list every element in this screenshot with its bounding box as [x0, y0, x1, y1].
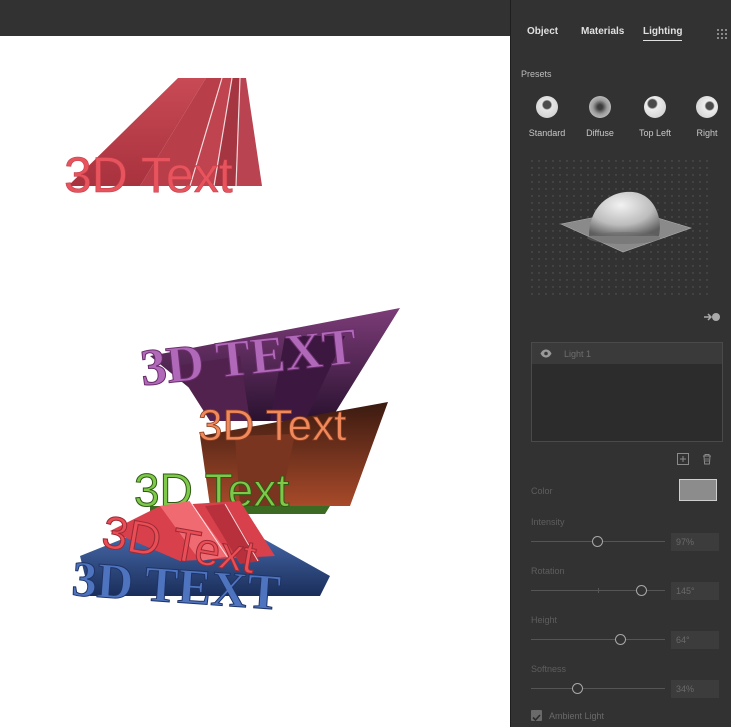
light-right-icon [696, 96, 718, 118]
artboard-canvas[interactable]: 3D Text 3D TEXT 3D Text 3D Text 3D TEXT … [0, 36, 510, 727]
rotation-field[interactable]: 145° [671, 582, 719, 600]
preset-diffuse[interactable]: Diffuse [580, 96, 620, 144]
text-object-3[interactable]: 3D Text [198, 401, 347, 451]
preset-label: Right [696, 128, 718, 138]
light-standard-icon [536, 96, 558, 118]
height-slider[interactable] [531, 634, 665, 646]
properties-panel: Object Materials Lighting Presets Standa… [510, 0, 731, 727]
artwork-svg: 3D Text 3D TEXT 3D Text 3D Text 3D TEXT … [64, 77, 400, 621]
ambient-light-checkbox[interactable] [531, 710, 542, 722]
light-list: Light 1 [531, 342, 723, 442]
rotation-label: Rotation [531, 566, 565, 576]
color-label: Color [531, 486, 553, 496]
rotation-slider[interactable] [531, 585, 665, 597]
slider-thumb[interactable] [592, 536, 603, 547]
tab-object[interactable]: Object [527, 26, 558, 37]
text-object-1[interactable]: 3D Text [64, 147, 233, 204]
preset-top-left[interactable]: Top Left [635, 96, 675, 144]
intensity-label: Intensity [531, 517, 565, 527]
preset-standard[interactable]: Standard [527, 96, 567, 144]
add-light-icon[interactable] [677, 453, 689, 465]
height-field[interactable]: 64° [671, 631, 719, 649]
ambient-light-label: Ambient Light [549, 711, 605, 721]
preset-label: Diffuse [586, 128, 614, 138]
slider-center-tick [598, 588, 599, 593]
light-row[interactable]: Light 1 [532, 343, 722, 364]
preset-label: Top Left [638, 128, 672, 138]
tab-lighting[interactable]: Lighting [643, 26, 683, 41]
height-label: Height [531, 615, 558, 625]
lighting-preview[interactable] [531, 160, 711, 300]
eye-icon[interactable] [540, 349, 552, 358]
preset-label: Standard [528, 128, 566, 138]
softness-label: Softness [531, 664, 567, 674]
checkmark-icon [532, 714, 541, 722]
slider-thumb[interactable] [572, 683, 584, 694]
softness-slider[interactable] [531, 683, 665, 695]
light-color-swatch[interactable] [679, 479, 717, 501]
slider-track [531, 639, 665, 640]
slider-track [531, 688, 665, 689]
panel-menu-icon[interactable] [716, 28, 728, 40]
tab-materials[interactable]: Materials [581, 26, 624, 37]
preset-right[interactable]: Right [687, 96, 727, 144]
delete-light-icon[interactable] [701, 453, 713, 465]
move-light-behind-icon[interactable] [703, 311, 721, 323]
intensity-field[interactable]: 97% [671, 533, 719, 551]
intensity-slider[interactable] [531, 536, 665, 548]
slider-thumb[interactable] [635, 585, 647, 596]
light-top-left-icon [644, 96, 666, 118]
presets-label: Presets [521, 69, 552, 79]
softness-field[interactable]: 34% [671, 680, 719, 698]
light-name: Light 1 [564, 349, 592, 359]
panel-tabs: Object Materials Lighting [511, 26, 731, 44]
slider-thumb[interactable] [615, 634, 627, 645]
light-diffuse-icon [589, 96, 611, 118]
